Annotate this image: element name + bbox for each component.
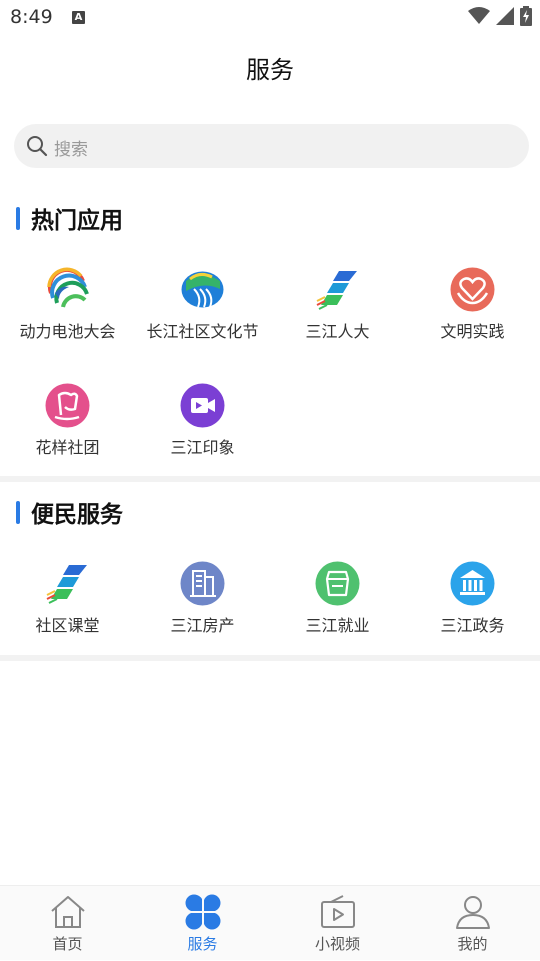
tab-services[interactable]: 服务 xyxy=(135,886,270,961)
app-item-flower-club[interactable]: 花样社团 xyxy=(0,383,135,473)
tab-home[interactable]: 首页 xyxy=(0,886,135,961)
app-label: 长江社区文化节 xyxy=(146,322,259,341)
sanjiang-employment-icon xyxy=(315,561,360,606)
app-item-power-battery[interactable]: 动力电池大会 xyxy=(0,267,135,357)
tab-label: 首页 xyxy=(52,935,83,953)
section-divider xyxy=(0,655,540,661)
app-item-community-classroom[interactable]: 社区课堂 xyxy=(0,561,135,651)
app-label: 三江印象 xyxy=(170,438,235,457)
status-indicators xyxy=(468,6,532,26)
cell-signal-icon xyxy=(496,7,514,25)
sanjiang-government-icon xyxy=(450,561,495,606)
short-video-icon xyxy=(321,895,355,928)
bottom-tab-bar: 首页 服务 小视频 我的 xyxy=(0,885,540,960)
sanjiang-video-icon xyxy=(180,383,225,428)
power-battery-conference-icon xyxy=(47,267,89,308)
status-bar: 8:49 A xyxy=(0,0,540,36)
community-classroom-icon xyxy=(46,565,87,604)
sanjiang-congress-icon xyxy=(316,271,357,310)
app-label: 社区课堂 xyxy=(35,616,100,635)
services-icon xyxy=(185,894,221,930)
section-title: 热门应用 xyxy=(31,208,123,234)
flower-club-icon xyxy=(45,383,90,428)
app-item-sanjiang-congress[interactable]: 三江人大 xyxy=(270,267,405,357)
section-header-hot-apps: 热门应用 xyxy=(16,203,123,234)
app-label: 三江房产 xyxy=(170,616,235,635)
section-divider xyxy=(0,476,540,482)
app-item-community-festival[interactable]: 长江社区文化节 xyxy=(135,267,270,357)
notification-a-icon: A xyxy=(72,11,85,24)
civilization-practice-icon xyxy=(450,267,495,312)
app-item-government[interactable]: 三江政务 xyxy=(405,561,540,651)
app-label: 三江政务 xyxy=(440,616,505,635)
app-item-sanjiang-impression[interactable]: 三江印象 xyxy=(135,383,270,473)
page-title: 服务 xyxy=(246,56,294,84)
app-label: 三江就业 xyxy=(305,616,370,635)
section-title: 便民服务 xyxy=(31,502,123,528)
profile-icon xyxy=(456,896,490,929)
section-header-convenience: 便民服务 xyxy=(16,497,123,528)
yangtze-community-festival-icon xyxy=(181,271,224,308)
home-icon xyxy=(51,896,85,928)
tab-profile[interactable]: 我的 xyxy=(405,886,540,961)
search-placeholder: 搜索 xyxy=(54,140,88,160)
tab-label: 我的 xyxy=(457,935,488,953)
search-input[interactable]: 搜索 xyxy=(14,124,529,168)
wifi-icon xyxy=(468,7,490,24)
sanjiang-real-estate-icon xyxy=(180,561,225,606)
search-icon xyxy=(27,136,48,157)
section-accent-bar xyxy=(16,206,20,230)
tab-label: 小视频 xyxy=(314,935,360,953)
tab-label: 服务 xyxy=(187,935,218,953)
app-label: 花样社团 xyxy=(35,438,100,457)
section-accent-bar xyxy=(16,500,20,524)
app-item-employment[interactable]: 三江就业 xyxy=(270,561,405,651)
app-label: 文明实践 xyxy=(440,322,505,341)
battery-charging-icon xyxy=(520,6,532,26)
app-label: 三江人大 xyxy=(305,322,370,341)
app-label: 动力电池大会 xyxy=(19,322,116,341)
status-time: 8:49 xyxy=(10,6,53,28)
tab-short-video[interactable]: 小视频 xyxy=(270,886,405,961)
app-item-civilization-practice[interactable]: 文明实践 xyxy=(405,267,540,357)
app-item-real-estate[interactable]: 三江房产 xyxy=(135,561,270,651)
